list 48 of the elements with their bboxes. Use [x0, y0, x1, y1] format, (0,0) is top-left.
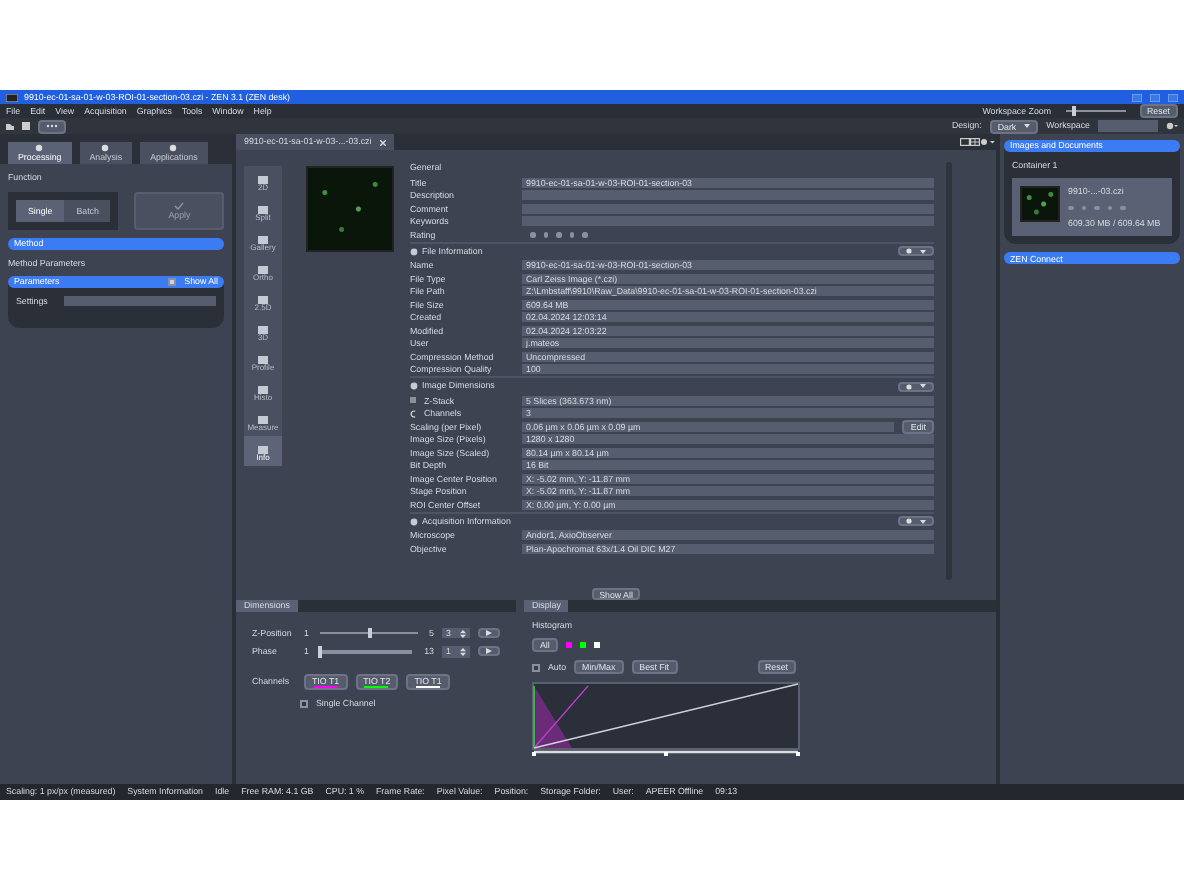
- caret-icon: [1024, 124, 1031, 128]
- tool-icon: [168, 144, 179, 152]
- text-field[interactable]: [522, 216, 934, 227]
- text-field[interactable]: [522, 190, 934, 201]
- auto-checkbox[interactable]: [532, 663, 540, 672]
- photo-placeholder: [1020, 186, 1060, 223]
- caret-icon: [920, 519, 926, 523]
- view-icon: [258, 236, 268, 245]
- spin-arrows-icon[interactable]: [460, 647, 466, 656]
- tool-icon: [100, 144, 111, 152]
- grid-icon[interactable]: [970, 138, 980, 146]
- rating-stars[interactable]: [530, 232, 587, 237]
- spin-arrows-icon[interactable]: [460, 629, 466, 638]
- play-icon: [486, 630, 492, 637]
- view-icon: [258, 326, 268, 335]
- collapse-icon[interactable]: [410, 517, 418, 525]
- settings-icon[interactable]: [980, 138, 996, 146]
- caret-icon: [920, 249, 926, 253]
- settings-icon[interactable]: [1166, 122, 1178, 130]
- view-icon: [258, 266, 268, 275]
- caret-icon: [920, 384, 926, 388]
- collapse-icon[interactable]: [410, 382, 418, 390]
- view-icon: [258, 296, 268, 305]
- layout-icon[interactable]: [960, 138, 970, 146]
- play-button[interactable]: [478, 646, 500, 657]
- collapse-icon[interactable]: [410, 247, 418, 255]
- tool-icon: [34, 144, 45, 152]
- photo-placeholder: [306, 166, 394, 252]
- check-icon: [174, 201, 185, 210]
- play-icon: [486, 648, 492, 655]
- section-menu-button[interactable]: [898, 516, 934, 526]
- view-icon: [258, 416, 268, 425]
- play-button[interactable]: [478, 628, 500, 639]
- channels-icon: [410, 409, 416, 418]
- stack-icon: [410, 396, 416, 405]
- view-icon: [258, 446, 268, 455]
- view-icon: [258, 176, 268, 185]
- dots-icon: [46, 124, 58, 129]
- show-all-checkbox[interactable]: [168, 278, 177, 287]
- section-menu-button[interactable]: [898, 246, 934, 256]
- section-menu-button[interactable]: [898, 381, 934, 391]
- view-icon: [258, 386, 268, 395]
- view-icon: [258, 206, 268, 215]
- text-field[interactable]: [522, 203, 934, 214]
- single-channel-checkbox[interactable]: [300, 699, 308, 708]
- view-icon: [258, 356, 268, 365]
- more-button[interactable]: [38, 119, 66, 133]
- open-icon[interactable]: [6, 122, 14, 130]
